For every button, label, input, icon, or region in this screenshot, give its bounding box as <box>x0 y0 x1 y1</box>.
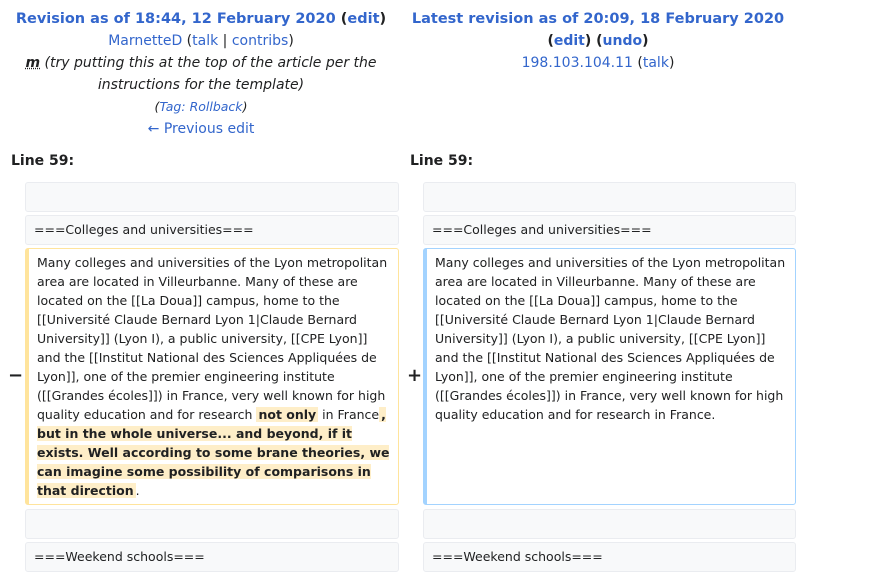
left-tag-line: (Tag: Rollback) <box>154 99 248 114</box>
left-edit-summary: (try putting this at the top of the arti… <box>44 55 377 93</box>
left-summary-line: m (try putting this at the top of the ar… <box>0 52 402 96</box>
minus-marker: − <box>8 365 24 386</box>
left-edit-link[interactable]: edit <box>347 11 379 27</box>
added-end-text: in France. <box>650 407 716 422</box>
right-revision-link[interactable]: Latest revision as of 20:09, 18 February… <box>412 11 784 27</box>
right-actions-line: (edit) (undo) <box>547 33 649 49</box>
left-revision-link[interactable]: Revision as of 18:44, 12 February 2020 <box>16 11 336 27</box>
left-user-link[interactable]: MarnetteD <box>108 33 182 49</box>
right-context-blank-2 <box>423 509 796 539</box>
left-context-heading: ===Colleges and universities=== <box>25 215 399 245</box>
left-revision-header: Revision as of 18:44, 12 February 2020 (… <box>0 8 402 140</box>
right-context-heading: ===Colleges and universities=== <box>423 215 796 245</box>
deleted-line: Many colleges and universities of the Ly… <box>25 248 399 505</box>
left-context-heading-2: ===Weekend schools=== <box>25 542 399 572</box>
deleted-line-text: Many colleges and universities of the Ly… <box>37 253 390 500</box>
previous-edit-link[interactable]: ← Previous edit <box>148 121 255 137</box>
right-user-line: 198.103.104.11 (talk) <box>521 55 675 71</box>
deleted-end-text: . <box>135 483 140 498</box>
deleted-common-text: Many colleges and universities of the Ly… <box>37 255 388 422</box>
plus-marker: + <box>407 365 423 386</box>
left-talk-link[interactable]: talk <box>192 33 218 49</box>
undo-link[interactable]: undo <box>603 33 643 49</box>
tag-label-link[interactable]: Tag: <box>159 99 185 114</box>
left-contribs-link[interactable]: contribs <box>232 33 288 49</box>
right-context-heading-2: ===Weekend schools=== <box>423 542 796 572</box>
right-heading-weekend: ===Weekend schools=== <box>432 549 603 564</box>
added-line-text: Many colleges and universities of the Ly… <box>435 253 787 424</box>
minor-edit-mark: m <box>25 55 41 71</box>
left-line-number: Line 59: <box>11 153 75 169</box>
right-heading-colleges: ===Colleges and universities=== <box>432 222 652 237</box>
left-context-blank-1 <box>25 182 399 212</box>
deleted-mid-text: in France <box>318 407 380 422</box>
right-context-blank-1 <box>423 182 796 212</box>
right-talk-link[interactable]: talk <box>643 55 669 71</box>
right-edit-link[interactable]: edit <box>554 33 585 49</box>
added-common-text: Many colleges and universities of the Ly… <box>435 255 786 422</box>
left-context-blank-2 <box>25 509 399 539</box>
right-line-number: Line 59: <box>410 153 474 169</box>
left-heading-colleges: ===Colleges and universities=== <box>34 222 254 237</box>
deleted-fragment-1: not only <box>256 407 319 422</box>
left-revision-title: Revision as of 18:44, 12 February 2020 (… <box>15 11 387 27</box>
tag-value-link[interactable]: Rollback <box>190 99 243 114</box>
added-line: Many colleges and universities of the Ly… <box>423 248 796 505</box>
right-revision-header: Latest revision as of 20:09, 18 February… <box>398 8 798 74</box>
left-user-line: MarnetteD (talk | contribs) <box>108 33 294 49</box>
right-revision-title: Latest revision as of 20:09, 18 February… <box>398 8 798 30</box>
left-heading-weekend: ===Weekend schools=== <box>34 549 205 564</box>
right-user-link[interactable]: 198.103.104.11 <box>522 55 633 71</box>
